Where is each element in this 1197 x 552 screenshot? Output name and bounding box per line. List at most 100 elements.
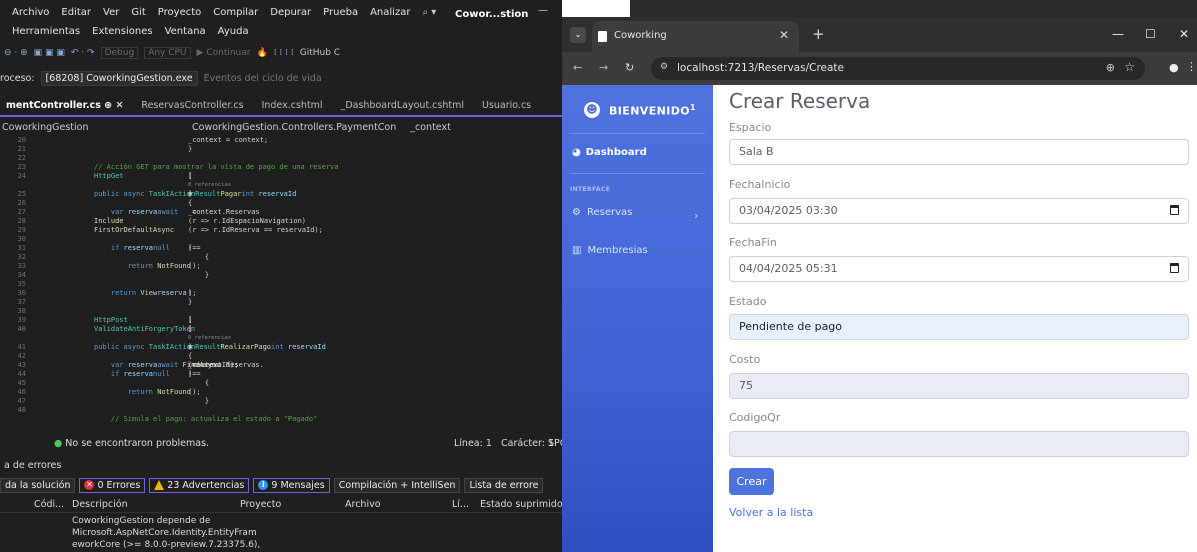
col-description[interactable]: Descripción: [72, 499, 128, 510]
menu-ver[interactable]: Ver: [103, 7, 119, 18]
pin-icon[interactable]: ⊕: [104, 100, 112, 111]
code-line[interactable]: 42{: [0, 352, 562, 360]
code-line[interactable]: 46 return NotFound ();: [0, 388, 562, 396]
menu-editar[interactable]: Editar: [61, 7, 91, 18]
code-line[interactable]: 35: [0, 280, 562, 288]
tab-usuario-cs[interactable]: Usuario.cs: [476, 97, 543, 115]
code-line[interactable]: 31 if (reserva == null): [0, 244, 562, 252]
code-line[interactable]: 37}: [0, 298, 562, 306]
code-line[interactable]: 48: [0, 406, 562, 414]
sidebar-item-membresias[interactable]: ▥ Membresias: [572, 245, 648, 256]
vs-minimize-icon[interactable]: —: [538, 5, 548, 16]
sidebar-brand[interactable]: ☻ BIENVENIDO1: [584, 102, 696, 118]
reload-icon[interactable]: ↻: [625, 61, 634, 74]
code-line[interactable]: 21}: [0, 145, 562, 153]
menu-herramientas[interactable]: Herramientas: [12, 26, 80, 37]
close-tab-icon[interactable]: ✕: [779, 28, 789, 42]
menu-depurar[interactable]: Depurar: [270, 7, 311, 18]
col-line[interactable]: Lí...: [452, 499, 469, 510]
menu-git[interactable]: Git: [131, 7, 145, 18]
address-bar[interactable]: ⚙ localhost:7213/Reservas/Create ⊕ ☆: [651, 57, 1145, 80]
col-project[interactable]: Proyecto: [240, 499, 281, 510]
hot-reload-icon[interactable]: 🔥: [256, 48, 267, 58]
col-file[interactable]: Archivo: [345, 499, 381, 510]
code-line[interactable]: 43 var reserva = await _context.Reservas…: [0, 361, 562, 369]
close-icon[interactable]: ✕: [115, 100, 123, 111]
espacio-select[interactable]: Sala B: [729, 139, 1189, 165]
code-line[interactable]: 28 . Include (r => r.IdEspacioNavigation): [0, 217, 562, 225]
build-filter-select[interactable]: Compilación + IntelliSen: [333, 477, 461, 493]
code-line[interactable]: 47 }: [0, 397, 562, 405]
calendar-icon[interactable]: [1170, 263, 1179, 273]
code-line[interactable]: 26{: [0, 199, 562, 207]
tab-reservascontroller[interactable]: ReservasController.cs: [135, 97, 255, 115]
col-suppression[interactable]: Estado suprimido: [480, 499, 562, 510]
warnings-filter-button[interactable]: 23 Advertencias: [149, 477, 250, 493]
member-dropdown[interactable]: _context: [396, 122, 451, 133]
code-line[interactable]: 36 return View(reserva);: [0, 289, 562, 297]
menu-analizar[interactable]: Analizar: [370, 7, 410, 18]
vs-search-icon[interactable]: ⌕ ▾: [422, 7, 436, 18]
tab-index-cshtml[interactable]: Index.cshtml: [256, 97, 335, 115]
sidebar-item-reservas[interactable]: ⚙ Reservas: [572, 207, 632, 218]
close-window-icon[interactable]: ✕: [1179, 27, 1189, 41]
errors-filter-button[interactable]: ✕ 0 Errores: [79, 477, 146, 493]
code-line[interactable]: 33 return NotFound ();: [0, 262, 562, 270]
menu-compilar[interactable]: Compilar: [213, 7, 258, 18]
fecha-fin-input[interactable]: 04/04/2025 05:31: [729, 256, 1189, 282]
code-line[interactable]: 25 public async Task < IActionResult > Pagar…: [0, 190, 562, 198]
continue-button[interactable]: ▶ Continuar: [197, 48, 251, 58]
kebab-menu-icon[interactable]: ⋮: [1186, 60, 1197, 73]
code-line[interactable]: 29 . FirstOrDefaultAsync (r => r.IdReserva…: [0, 226, 562, 234]
col-code[interactable]: Códi...: [34, 499, 64, 510]
code-line[interactable]: 27 var reserva = await _context.Reservas: [0, 208, 562, 216]
code-line[interactable]: 34 }: [0, 271, 562, 279]
bookmark-star-icon[interactable]: ☆: [1124, 60, 1135, 74]
save-all-icon[interactable]: ▣ ▣ ▣: [34, 48, 65, 58]
platform-select[interactable]: Any CPU: [144, 47, 191, 59]
code-line[interactable]: 23 // Acción GET para mostrar la vista de…: [0, 163, 562, 171]
code-line[interactable]: 44 if (reserva == null): [0, 370, 562, 378]
profile-icon[interactable]: ●: [1169, 61, 1179, 74]
new-tab-icon[interactable]: +: [812, 25, 825, 43]
code-line[interactable]: // Simula el pago: actualiza el estado a…: [0, 415, 562, 423]
code-line[interactable]: 0 referencias: [0, 181, 562, 189]
crear-button[interactable]: Crear: [729, 468, 774, 495]
messages-filter-button[interactable]: i9 Mensajes: [253, 477, 330, 493]
code-line[interactable]: 20 _context = context;: [0, 136, 562, 144]
calendar-icon[interactable]: [1170, 205, 1179, 215]
fecha-inicio-input[interactable]: 03/04/2025 03:30: [729, 198, 1189, 224]
menu-ventana[interactable]: Ventana: [165, 26, 206, 37]
menu-ayuda[interactable]: Ayuda: [218, 26, 249, 37]
project-dropdown[interactable]: CoworkingGestion: [0, 122, 190, 133]
codigo-qr-input[interactable]: [729, 431, 1189, 457]
url-text[interactable]: localhost:7213/Reservas/Create: [677, 62, 844, 74]
tab-search-icon[interactable]: ⌄: [570, 27, 586, 43]
code-line[interactable]: 38: [0, 307, 562, 315]
tab-dashboardlayout[interactable]: _DashboardLayout.cshtml: [335, 97, 476, 115]
menu-archivo[interactable]: Archivo: [12, 7, 49, 18]
browser-tab[interactable]: Coworking ✕: [592, 21, 799, 52]
site-info-icon[interactable]: ⚙: [660, 62, 668, 72]
chevron-right-icon[interactable]: ›: [694, 209, 698, 222]
back-icon[interactable]: ←: [573, 61, 582, 74]
code-editor[interactable]: 20 _context = context; 21} 22 23 // Acción GE…: [0, 136, 562, 433]
sidebar-item-dashboard[interactable]: ◕ Dashboard: [572, 147, 647, 158]
github-copilot-button[interactable]: GitHub C: [300, 48, 340, 58]
menu-extensiones[interactable]: Extensiones: [92, 26, 152, 37]
process-select[interactable]: [68208] CoworkingGestion.exe: [40, 70, 198, 86]
class-dropdown[interactable]: CoworkingGestion.Controllers.PaymentCon: [190, 122, 396, 133]
code-line[interactable]: 0 referencias: [0, 334, 562, 342]
code-line[interactable]: 24 [HttpGet]: [0, 172, 562, 180]
zoom-icon[interactable]: ⊕: [1106, 61, 1115, 74]
back-forward-icon[interactable]: ⊖ · ⊕: [4, 48, 28, 58]
code-line[interactable]: 30: [0, 235, 562, 243]
error-row-description[interactable]: CoworkingGestion depende de Microsoft.As…: [72, 515, 292, 551]
tab-paymentcontroller[interactable]: mentController.cs ⊕ ✕: [0, 97, 136, 115]
config-select[interactable]: Debug: [100, 47, 139, 59]
undo-redo-icon[interactable]: ↶ · ↷: [71, 48, 95, 58]
code-line[interactable]: 22: [0, 154, 562, 162]
menu-proyecto[interactable]: Proyecto: [158, 7, 201, 18]
problems-status[interactable]: No se encontraron problemas.: [65, 438, 209, 449]
code-line[interactable]: 39 [HttpPost]: [0, 316, 562, 324]
